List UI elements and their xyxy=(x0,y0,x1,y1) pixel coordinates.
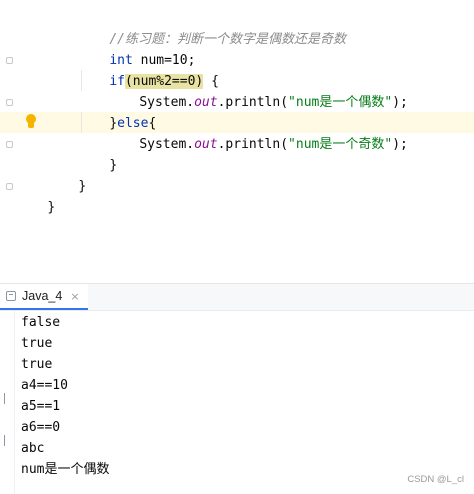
string-odd: "num是一个奇数" xyxy=(288,137,393,152)
statement-end: ); xyxy=(392,137,408,152)
code-line-comment[interactable]: //练习题：判断一个数字是偶数还是奇数 xyxy=(78,8,346,47)
out-field: out xyxy=(194,95,218,110)
code-line-else[interactable]: }else{ xyxy=(78,92,156,131)
string-even: "num是一个偶数" xyxy=(288,95,393,110)
console-output-line: num是一个偶数 xyxy=(21,462,110,477)
console-output-line: abc xyxy=(21,441,45,456)
run-tab-bar: Java_4 × xyxy=(0,284,474,311)
console-output-line: true xyxy=(21,357,53,372)
code-line-close-method[interactable]: } xyxy=(47,155,86,194)
console-toolbar xyxy=(0,311,15,494)
console-output-line: a6==0 xyxy=(21,420,61,435)
out-field: out xyxy=(194,137,218,152)
code-line-declaration[interactable]: int num=10; xyxy=(78,29,195,68)
code-line-if[interactable]: if(num%2==0) { xyxy=(78,50,219,89)
println-call: .println( xyxy=(217,95,289,110)
println-call: .println( xyxy=(217,137,289,152)
fold-marker-else[interactable] xyxy=(6,99,13,106)
console-output-line: a5==1 xyxy=(21,399,61,414)
toolbar-marker[interactable] xyxy=(4,435,10,446)
code-line-print-even[interactable]: System.out.println("num是一个偶数"); xyxy=(108,71,408,110)
fold-marker-if[interactable] xyxy=(6,57,13,64)
console-icon xyxy=(6,291,16,301)
console-output-line: true xyxy=(21,336,53,351)
run-panel: Java_4 × false true true a4==10 a5==1 a6… xyxy=(0,283,474,494)
console-output-line: false xyxy=(21,315,61,330)
closing-brace: } xyxy=(109,158,118,173)
fold-marker-else-end[interactable] xyxy=(6,141,13,148)
tab-label: Java_4 xyxy=(22,289,63,303)
fold-marker-class-end[interactable] xyxy=(6,183,13,190)
toolbar-marker[interactable] xyxy=(4,393,10,404)
closing-brace: } xyxy=(78,179,87,194)
closing-brace: } xyxy=(47,200,56,215)
watermark-text: CSDN @L_cl xyxy=(407,474,464,485)
lightbulb-icon[interactable] xyxy=(24,114,38,132)
code-line-print-odd[interactable]: System.out.println("num是一个奇数"); xyxy=(108,113,408,152)
system-object: System. xyxy=(139,137,195,152)
code-editor[interactable]: //练习题：判断一个数字是偶数还是奇数 int num=10; if(num%2… xyxy=(0,0,474,283)
console-output-line: a4==10 xyxy=(21,378,68,393)
statement-end: ); xyxy=(392,95,408,110)
code-line-close-class[interactable]: } xyxy=(16,176,55,215)
code-line-close-else[interactable]: } xyxy=(78,134,117,173)
close-icon[interactable]: × xyxy=(70,290,79,303)
tab-java-4[interactable]: Java_4 × xyxy=(0,284,88,310)
